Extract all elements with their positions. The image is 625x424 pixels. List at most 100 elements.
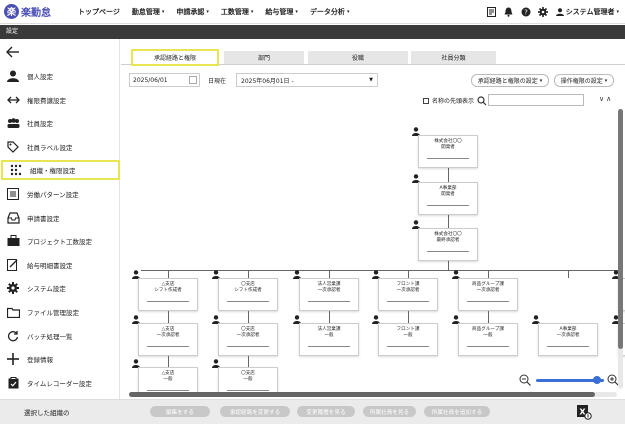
list-icon <box>6 187 20 201</box>
sidebar-item[interactable]: バッチ処理一覧 <box>0 326 120 346</box>
org-node[interactable]: 法人営業課 一次承認者 <box>299 278 359 311</box>
org-node[interactable]: 株式会社〇〇 最終承認者 <box>418 228 478 261</box>
org-node[interactable]: 法人営業課 一般 <box>299 323 359 356</box>
vertical-scrollbar[interactable] <box>618 109 623 389</box>
org-node-role: 一次承認者 <box>317 288 341 293</box>
nav-item[interactable]: データ分析 ▾ <box>310 7 350 17</box>
sidebar-item-label: 社員ラベル設定 <box>27 143 73 152</box>
org-node[interactable]: 株式会社〇〇 開発者 <box>418 135 478 168</box>
date-input[interactable]: 2025/06/01 <box>129 73 200 87</box>
org-chart[interactable]: 株式会社〇〇 開発者 A事業部 開発者 株式会社〇〇 最終承認者 △支店 シフト作成者 △支店一… <box>121 109 625 394</box>
org-node-role: 一般 <box>403 333 413 338</box>
sidebar-item[interactable]: 組織・権限設定 <box>1 160 120 181</box>
tab[interactable]: 承認経路と権限 <box>131 49 219 66</box>
inbox-icon <box>6 211 20 225</box>
sidebar-item[interactable]: 申請書設定 <box>0 208 120 228</box>
org-node[interactable]: 〇支店 一般 <box>218 367 278 394</box>
tab[interactable]: 社員分類 <box>411 51 496 64</box>
document-icon[interactable] <box>487 7 497 17</box>
sidebar-item[interactable]: プロジェクト工数設定 <box>0 231 120 251</box>
divider <box>427 205 469 206</box>
nav-item[interactable]: 給与管理 ▾ <box>265 7 298 17</box>
help-icon[interactable]: ? <box>521 7 531 17</box>
org-node[interactable]: △支店 シフト作成者 <box>138 278 198 311</box>
org-node[interactable]: フロント課 一般 <box>378 323 438 356</box>
connector-line <box>488 311 489 323</box>
org-node[interactable]: △支店 一次承認者 <box>138 323 198 356</box>
bell-icon[interactable] <box>504 7 514 17</box>
gear-icon[interactable] <box>537 7 548 17</box>
back-arrow-icon[interactable] <box>6 45 20 59</box>
tab-bar: 承認経路と権限 部門 役職 社員分類 <box>121 49 625 66</box>
page-title: 設定 <box>0 25 625 39</box>
org-node[interactable]: 商品グループ課 一次承認者 <box>458 278 518 311</box>
operation-settings-button[interactable]: 操作権限の設定 ▾ <box>554 74 614 87</box>
org-node-role: 一次承認者 <box>396 288 420 293</box>
period-select[interactable]: 2025年06月01日 - ▼ <box>236 73 379 87</box>
logo-mark: 楽 <box>4 4 19 19</box>
sidebar: 個人設定権限費譲設定 社員設定社員ラベル設定 組織・権限設定労働パターン設定 申請書設… <box>0 39 120 399</box>
org-node[interactable]: フロント課 一次承認者 <box>378 278 438 311</box>
org-node[interactable]: 商品グループ課 一般 <box>458 323 518 356</box>
connector-line <box>408 311 409 323</box>
org-node-role: 一次承認者 <box>156 333 180 338</box>
nav-item-label: 申請承認 <box>176 7 205 16</box>
nav-item[interactable]: トップページ <box>78 7 120 17</box>
scroll-thumb[interactable] <box>129 392 595 397</box>
action-button[interactable]: 編集をする <box>150 406 210 417</box>
sidebar-item[interactable]: 労働パターン設定 <box>0 184 120 204</box>
nav-item[interactable]: 工数管理 ▾ <box>221 7 254 17</box>
connector-line <box>408 270 409 278</box>
org-node-role: 一般 <box>483 333 493 338</box>
sidebar-item[interactable]: 権限費譲設定 <box>0 90 120 110</box>
sidebar-item[interactable]: 社員ラベル設定 <box>0 137 120 157</box>
route-settings-button[interactable]: 承認経路と権限の設定 ▾ <box>471 74 549 87</box>
tab[interactable]: 部門 <box>224 51 304 64</box>
sidebar-item[interactable]: システム設定 <box>0 278 120 298</box>
sidebar-item[interactable]: 給与明細書設定 <box>0 255 120 275</box>
org-node-role: 最終承認者 <box>436 238 460 243</box>
chevron-down-icon[interactable]: ∨ <box>599 95 604 103</box>
tab[interactable]: 役職 <box>308 51 408 64</box>
zoom-out-icon[interactable] <box>519 374 531 388</box>
name-first-checkbox[interactable] <box>423 97 429 104</box>
action-button[interactable]: 所属社員を追加する <box>424 406 490 417</box>
chevron-down-icon: ▾ <box>295 8 298 15</box>
org-node[interactable]: 〇支店 一次承認者 <box>218 323 278 356</box>
sidebar-item-label: 組織・権限設定 <box>30 167 76 176</box>
chevron-down-icon: ▾ <box>616 9 619 15</box>
org-node[interactable]: 〇支店 シフト作成者 <box>218 278 278 311</box>
calendar-icon[interactable] <box>189 76 197 84</box>
app-logo[interactable]: 楽 楽勤怠 <box>4 4 78 19</box>
name-first-label: 名称の先頭表示 <box>432 98 475 105</box>
sidebar-item[interactable]: 社員設定 <box>0 113 120 133</box>
scroll-thumb[interactable] <box>618 109 623 349</box>
sidebar-item[interactable]: 個人設定 <box>0 66 120 86</box>
grid-dots-icon <box>9 163 23 177</box>
search-input[interactable] <box>477 94 584 106</box>
sidebar-item[interactable]: ファイル管理設定 <box>0 302 120 322</box>
org-node[interactable]: A事業部 開発者 <box>418 182 478 215</box>
current-label: 日現在 <box>208 77 227 85</box>
org-node[interactable]: △支店 一般 <box>138 367 198 394</box>
name-first-option[interactable]: 名称の先頭表示 <box>423 96 474 105</box>
chevron-up-icon[interactable]: ∧ <box>606 95 611 103</box>
date-value: 2025/06/01 <box>133 76 168 84</box>
sidebar-item[interactable]: 登録情報 <box>0 349 120 369</box>
excel-export-icon[interactable]: X <box>576 404 592 420</box>
action-button[interactable]: 変更履歴を見る <box>297 406 355 417</box>
user-menu[interactable]: システム管理者 ▾ <box>555 7 619 17</box>
nav-item[interactable]: 勤怠管理 ▾ <box>132 7 165 17</box>
action-button[interactable]: 承認経路を変更する <box>220 406 290 417</box>
org-node[interactable]: A事業部 一次承認者 <box>538 323 598 356</box>
nav-item[interactable]: 申請承認 ▾ <box>176 7 209 17</box>
edit-doc-icon <box>6 258 20 272</box>
action-button[interactable]: 所属社員を見る <box>363 406 416 417</box>
zoom-handle[interactable] <box>593 376 602 384</box>
top-icons: ? システム管理者 ▾ <box>480 0 619 24</box>
org-node-role: 一般 <box>163 377 173 382</box>
horizontal-scrollbar[interactable] <box>129 392 617 397</box>
connector-line <box>168 356 169 367</box>
sidebar-item[interactable]: タイムレコーダー設定 <box>0 373 120 393</box>
folder-icon <box>6 305 20 319</box>
